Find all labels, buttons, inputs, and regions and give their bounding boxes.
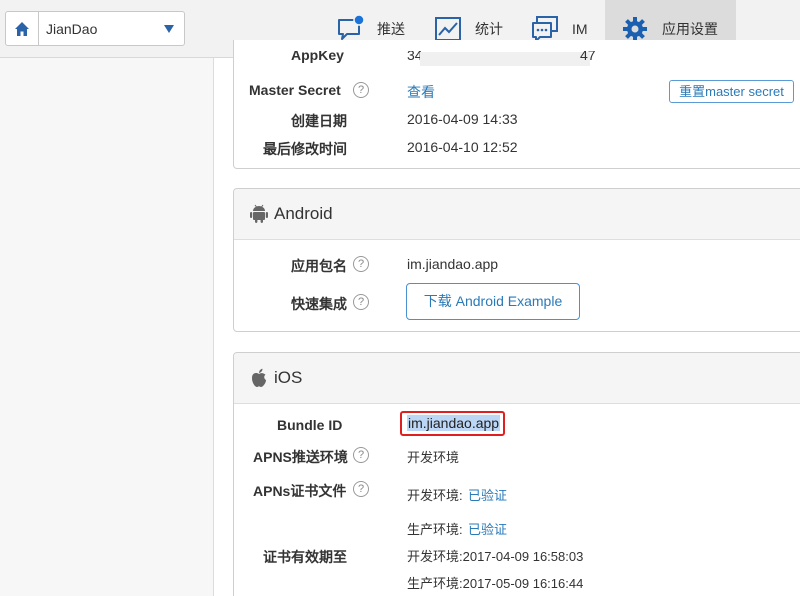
dev-verified-status[interactable]: 已验证 [468,485,507,504]
ios-title: iOS [274,368,303,387]
home-icon [15,21,29,36]
dev-env-label: 开发环境: [407,488,463,503]
apple-icon [252,368,266,387]
chevron-down-icon[interactable] [164,25,174,33]
android-icon [250,204,268,223]
help-icon[interactable]: ? [353,256,369,272]
sidebar [0,58,214,596]
app-name: JianDao [46,21,98,37]
android-title: Android [274,204,333,223]
download-android-example-button[interactable]: 下载 Android Example [406,283,580,320]
nav-settings-label: 应用设置 [662,21,718,37]
dev-expiry-value: 开发环境:2017-04-09 16:58:03 [407,549,584,564]
app-selector[interactable]: JianDao [5,11,185,46]
modified-value: 2016-04-10 12:52 [407,139,518,155]
package-value: im.jiandao.app [407,256,499,272]
nav-im-label: IM [572,21,588,37]
apns-env-value: 开发环境 [407,450,460,465]
prod-expiry-value: 生产环境:2017-05-09 16:16:44 [407,576,584,591]
modified-label: 最后修改时间 [263,141,347,157]
appkey-suffix: 47 [580,51,596,63]
apns-cert-label: APNs证书文件 [253,483,347,499]
prod-verified-status[interactable]: 已验证 [468,519,507,538]
bundle-id-label: Bundle ID [277,417,343,433]
reset-master-secret-button[interactable]: 重置master secret [669,80,794,103]
cert-expiry-label: 证书有效期至 [263,549,347,565]
created-value: 2016-04-09 14:33 [407,111,518,127]
package-label: 应用包名 [291,258,347,274]
ios-panel-header: iOS [234,353,800,404]
master-secret-label: Master Secret [249,82,341,98]
help-icon[interactable]: ? [353,481,369,497]
nav-push-label: 推送 [377,21,405,37]
view-secret-link[interactable]: 查看 [407,82,435,102]
help-icon[interactable]: ? [353,294,369,310]
help-icon[interactable]: ? [353,82,369,98]
home-button[interactable] [6,12,39,45]
appkey-masked [420,52,590,66]
appkey-label: AppKey [291,51,344,63]
quick-integration-label: 快速集成 [291,296,347,312]
android-panel-header: Android [234,189,800,240]
created-label: 创建日期 [291,113,347,129]
help-icon[interactable]: ? [353,447,369,463]
prod-env-label: 生产环境: [407,522,463,537]
apns-env-label: APNS推送环境 [253,449,348,465]
nav-stats-label: 统计 [475,21,503,37]
bundle-id-value[interactable]: im.jiandao.app [407,415,501,431]
